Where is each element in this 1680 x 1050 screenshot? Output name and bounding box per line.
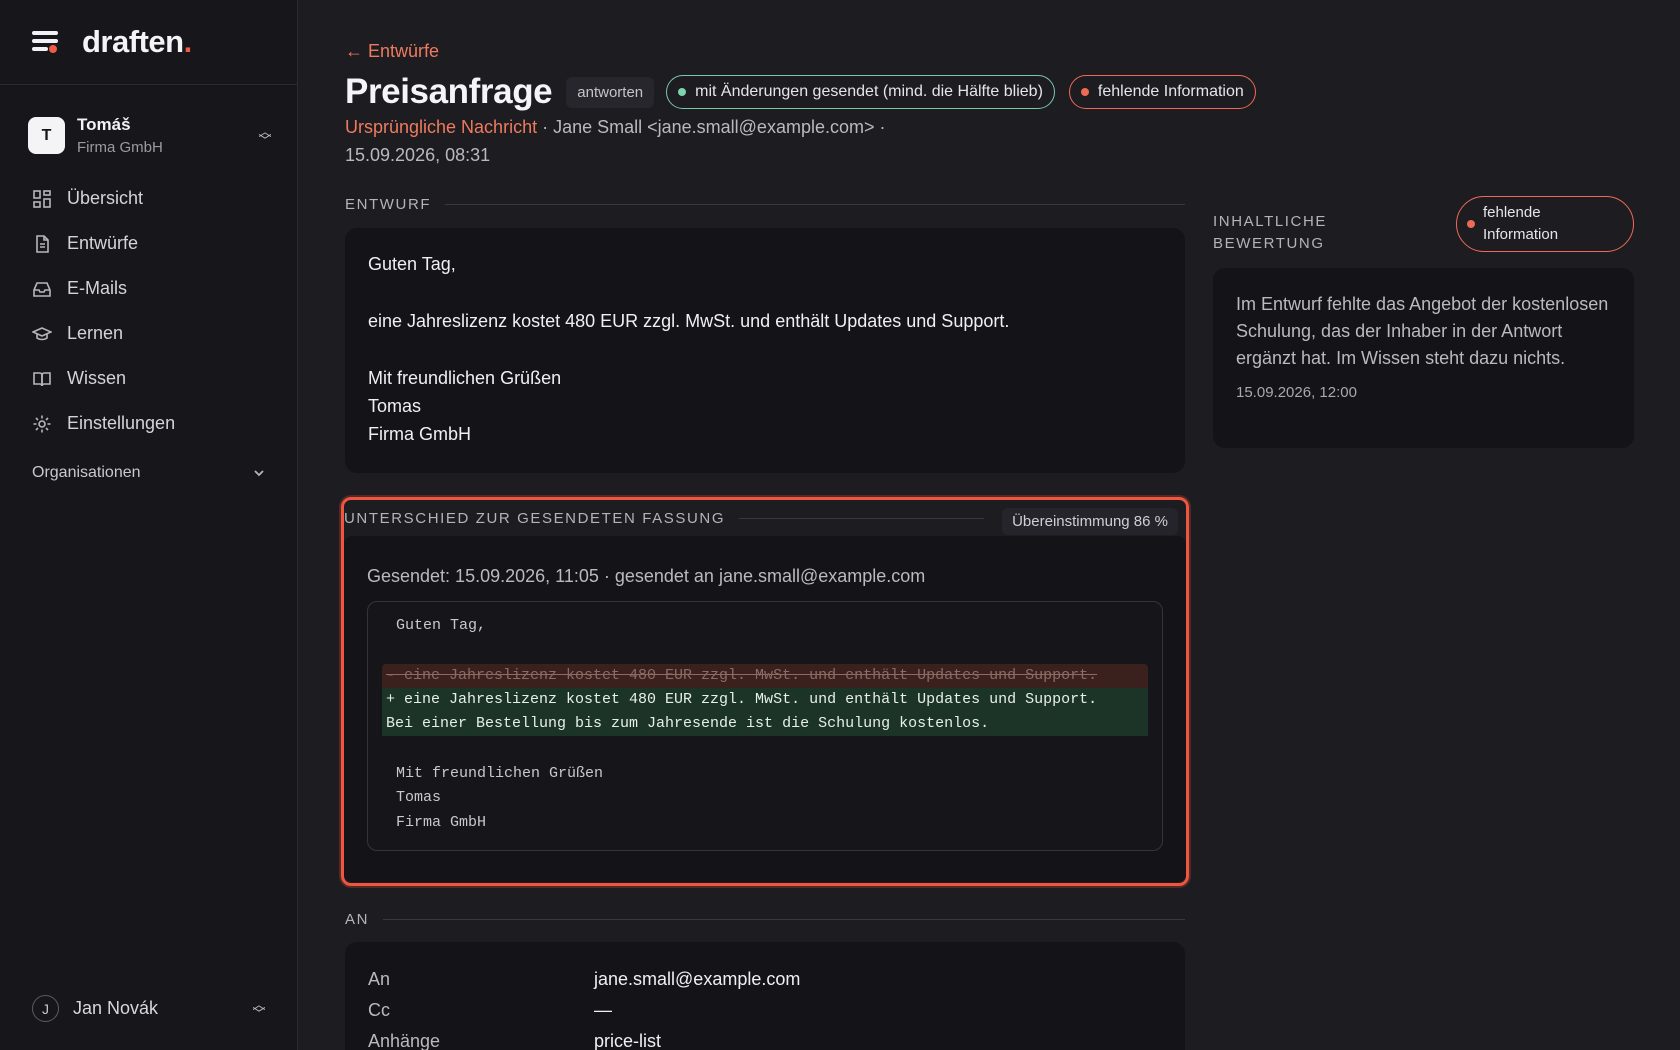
- status-badge-missing: fehlende Information: [1068, 75, 1256, 109]
- diff-line: [382, 639, 1148, 663]
- diff-section: UNTERSCHIED ZUR GESENDETEN FASSUNG Übere…: [341, 497, 1189, 886]
- diff-line: Firma GmbH: [396, 814, 487, 831]
- evaluation-time: 15.09.2026, 12:00: [1236, 384, 1357, 401]
- user-menu[interactable]: J Jan Novák ︿ ﹀: [32, 995, 266, 1022]
- recipient-row-attachments: Anhänge price-list: [368, 1031, 662, 1050]
- sidebar-item-uebersicht[interactable]: Übersicht: [0, 176, 297, 221]
- draft-line: Guten Tag,: [368, 254, 456, 274]
- chevron-updown-icon[interactable]: ︿ ﹀: [258, 125, 272, 147]
- recipients-heading: AN: [345, 911, 1185, 928]
- diff-line: Tomas: [396, 789, 442, 806]
- draft-line: Tomas: [368, 396, 422, 416]
- evaluation-text: Im Entwurf fehlte das Angebot der kosten…: [1236, 294, 1609, 368]
- chevron-updown-icon[interactable]: ︿ ﹀: [252, 998, 266, 1020]
- avatar: J: [32, 995, 59, 1022]
- status-dot-icon: [1467, 220, 1475, 228]
- draft-line: Mit freundlichen Grüßen: [368, 368, 562, 388]
- account-avatar: T: [28, 117, 65, 154]
- organisations-label: Organisationen: [32, 464, 141, 481]
- match-badge: Übereinstimmung 86 %: [1002, 508, 1178, 535]
- chevron-down-icon: [254, 470, 264, 477]
- account-org: Firma GmbH: [77, 139, 163, 156]
- diff-line-removed: - eine Jahreslizenz kostet 480 EUR zzgl.…: [382, 664, 1148, 688]
- graduation-cap-icon: [32, 326, 52, 340]
- status-dot-icon: [678, 88, 687, 96]
- account-name: Tomáš: [77, 115, 131, 134]
- sidebar-item-label: Wissen: [67, 368, 127, 388]
- status-dot-icon: [1080, 88, 1089, 96]
- main-content: ← Entwürfe Preisanfrage antworten mit Än…: [341, 0, 1635, 1050]
- document-icon: [36, 234, 49, 253]
- type-tag: antworten: [566, 76, 655, 108]
- sidebar-item-label: E-Mails: [67, 278, 128, 298]
- draft-heading: ENTWURF: [345, 196, 1185, 213]
- evaluation-heading: INHALTLICHE BEWERTUNG: [1213, 213, 1328, 252]
- page-title: Preisanfrage: [345, 72, 553, 111]
- diff-card: Gesendet: 15.09.2026, 11:05 · gesendet a…: [344, 536, 1186, 882]
- recipients-card: An jane.small@example.com Cc — Anhänge p…: [345, 942, 1185, 1050]
- diff-heading: UNTERSCHIED ZUR GESENDETEN FASSUNG: [344, 510, 984, 527]
- sidebar-nav: Übersicht Entwürfe E-Mails Lernen Wissen…: [0, 176, 297, 446]
- account-switcher[interactable]: T Tomáš Firma GmbH ︿ ﹀: [28, 115, 272, 156]
- dashboard-icon: [33, 189, 51, 208]
- draft-line: Firma GmbH: [368, 424, 471, 444]
- brand-logo: draften.: [82, 24, 192, 59]
- message-date: 15.09.2026, 08:31: [345, 145, 491, 165]
- message-meta: Ursprüngliche Nachricht · Jane Small <ja…: [345, 113, 985, 169]
- title-row: Preisanfrage antworten mit Änderungen ge…: [345, 72, 1270, 112]
- sidebar-item-entwuerfe[interactable]: Entwürfe: [0, 221, 297, 266]
- sidebar-item-lernen[interactable]: Lernen: [0, 311, 297, 356]
- evaluation-card: Im Entwurf fehlte das Angebot der kosten…: [1213, 268, 1634, 448]
- sidebar-item-einstellungen[interactable]: Einstellungen: [0, 401, 297, 446]
- status-badge-sent: mit Änderungen gesendet (mind. die Hälft…: [666, 75, 1055, 109]
- diff-line: Guten Tag,: [396, 617, 487, 634]
- gear-icon: [33, 415, 51, 432]
- diff-line-added: Bei einer Bestellung bis zum Jahresende …: [382, 712, 1148, 736]
- user-name: Jan Novák: [73, 998, 159, 1018]
- diff-code: Guten Tag, - eine Jahreslizenz kostet 48…: [367, 601, 1163, 851]
- sent-info: Gesendet: 15.09.2026, 11:05 · gesendet a…: [367, 566, 926, 586]
- evaluation-status-badge: fehlende Information: [1456, 196, 1634, 252]
- recipient-row-to: An jane.small@example.com: [368, 969, 801, 989]
- attachment-link[interactable]: price-list: [594, 1031, 661, 1050]
- sidebar-item-wissen[interactable]: Wissen: [0, 356, 297, 401]
- sidebar-item-label: Entwürfe: [67, 233, 139, 253]
- draft-line: eine Jahreslizenz kostet 480 EUR zzgl. M…: [368, 311, 1010, 331]
- recipient-row-cc: Cc —: [368, 1000, 612, 1020]
- original-message-link[interactable]: Ursprüngliche Nachricht: [345, 117, 537, 137]
- organisations-toggle[interactable]: Organisationen: [32, 464, 265, 482]
- message-sender: · Jane Small <jane.small@example.com> ·: [537, 117, 886, 137]
- sidebar-item-emails[interactable]: E-Mails: [0, 266, 297, 311]
- menu-icon[interactable]: [32, 31, 60, 53]
- diff-line: Mit freundlichen Grüßen: [396, 765, 604, 782]
- diff-line-added: + eine Jahreslizenz kostet 480 EUR zzgl.…: [382, 688, 1148, 712]
- brand[interactable]: draften.: [0, 0, 297, 85]
- sidebar-item-label: Übersicht: [67, 188, 144, 208]
- back-link[interactable]: ← Entwürfe: [345, 41, 439, 62]
- book-icon: [33, 371, 51, 386]
- diff-line: [382, 736, 1148, 760]
- draft-body[interactable]: Guten Tag, eine Jahreslizenz kostet 480 …: [345, 228, 1185, 470]
- sidebar: draften. T Tomáš Firma GmbH ︿ ﹀ Übersicht…: [0, 0, 298, 1050]
- sidebar-item-label: Einstellungen: [67, 413, 176, 433]
- inbox-icon: [33, 281, 51, 297]
- draft-card: Guten Tag, eine Jahreslizenz kostet 480 …: [345, 228, 1185, 473]
- sidebar-item-label: Lernen: [67, 323, 124, 343]
